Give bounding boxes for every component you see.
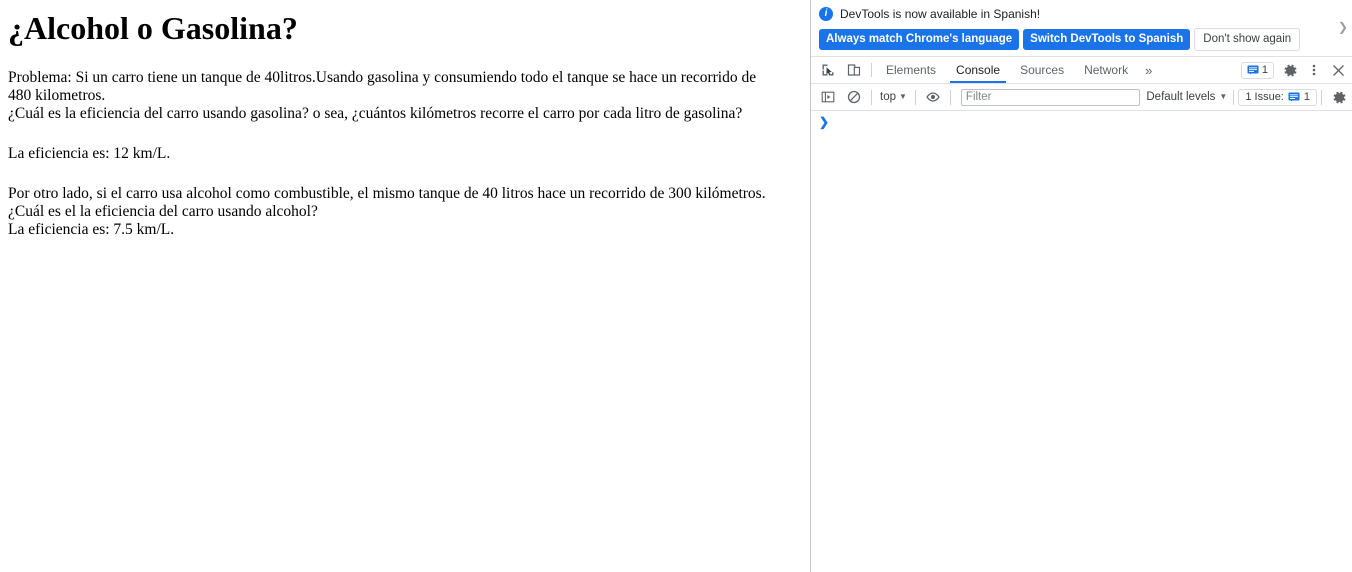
- console-toolbar: top ▼ Default levels ▼ 1 Issue:: [811, 84, 1352, 111]
- chevron-right-icon[interactable]: ❯: [1338, 20, 1348, 34]
- console-sidebar-icon[interactable]: [815, 90, 841, 104]
- console-output-area[interactable]: ❯: [811, 111, 1352, 572]
- issues-count: 1: [1303, 91, 1310, 103]
- tab-network[interactable]: Network: [1074, 57, 1138, 83]
- log-levels-label: Default levels: [1146, 91, 1216, 103]
- notification-message-row: i DevTools is now available in Spanish!: [819, 5, 1344, 23]
- prompt-chevron-icon: ❯: [819, 115, 830, 129]
- problem-line-1: Problema: Si un carro tiene un tanque de…: [8, 68, 757, 86]
- tab-elements-label: Elements: [886, 63, 937, 77]
- execution-context-selector[interactable]: top ▼: [876, 91, 911, 103]
- tab-console-label: Console: [956, 63, 1001, 77]
- always-match-chrome-language-button[interactable]: Always match Chrome's language: [819, 28, 1020, 50]
- devtools-panel: i DevTools is now available in Spanish! …: [811, 0, 1352, 572]
- inspect-element-icon[interactable]: [815, 57, 841, 83]
- tab-console[interactable]: Console: [946, 57, 1010, 83]
- switch-devtools-to-spanish-button[interactable]: Switch DevTools to Spanish: [1023, 28, 1191, 50]
- filter-input[interactable]: [960, 88, 1141, 106]
- toolbar-divider: [949, 89, 951, 105]
- close-icon[interactable]: [1326, 58, 1350, 82]
- execution-context-label: top: [880, 91, 896, 103]
- alcohol-line-2: ¿Cuál es el la eficiencia del carro usan…: [8, 202, 318, 220]
- console-prompt-row[interactable]: ❯: [811, 111, 1352, 133]
- toolbar-divider: [1321, 89, 1322, 105]
- device-toolbar-icon[interactable]: [841, 57, 867, 83]
- page-title: ¿Alcohol o Gasolina?: [8, 10, 298, 46]
- message-bubble-icon: [1247, 65, 1259, 75]
- notification-buttons: Always match Chrome's language Switch De…: [819, 27, 1344, 51]
- toolbar-divider: [871, 63, 872, 77]
- alcohol-line-1: Por otro lado, si el carro usa alcohol c…: [8, 184, 766, 202]
- clear-console-icon[interactable]: [841, 90, 867, 104]
- tab-network-label: Network: [1084, 63, 1129, 77]
- devtools-tabbar: Elements Console Sources Network » 1: [811, 57, 1352, 84]
- tabbar-right-controls: 1: [1240, 57, 1352, 83]
- page-content: ¿Alcohol o Gasolina? Problema: Si un car…: [0, 10, 810, 239]
- tab-sources-label: Sources: [1020, 63, 1065, 77]
- problem-line-2: 480 kilometros.: [8, 86, 106, 104]
- log-levels-selector[interactable]: Default levels ▼: [1146, 91, 1229, 103]
- problem-line-3: ¿Cuál es la eficiencia del carro usando …: [8, 104, 743, 122]
- devtools-language-notification: i DevTools is now available in Spanish! …: [811, 0, 1352, 57]
- toolbar-divider: [914, 89, 916, 105]
- live-expression-eye-icon[interactable]: [920, 90, 946, 104]
- info-icon: i: [819, 7, 833, 21]
- console-input[interactable]: [829, 115, 1352, 129]
- tab-elements[interactable]: Elements: [876, 57, 946, 83]
- toolbar-divider: [1233, 89, 1235, 105]
- issues-label: 1 Issue:: [1245, 91, 1284, 103]
- dont-show-again-button[interactable]: Don't show again: [1194, 27, 1301, 51]
- browser-window: ¿Alcohol o Gasolina? Problema: Si un car…: [0, 0, 1352, 572]
- message-bubble-icon: [1288, 92, 1300, 102]
- message-count-badge[interactable]: 1: [1240, 61, 1274, 79]
- message-count-label: 1: [1261, 64, 1268, 76]
- issues-badge[interactable]: 1 Issue: 1: [1238, 88, 1317, 106]
- chevron-down-icon: ▼: [1219, 92, 1228, 101]
- result-gasoline: La eficiencia es: 12 km/L.: [8, 144, 171, 162]
- chevron-down-icon: ▼: [899, 92, 907, 101]
- notification-message: DevTools is now available in Spanish!: [840, 7, 1041, 21]
- tab-sources[interactable]: Sources: [1010, 57, 1074, 83]
- kebab-menu-icon[interactable]: [1302, 58, 1326, 82]
- gear-icon[interactable]: [1278, 58, 1302, 82]
- console-settings-gear-icon[interactable]: [1326, 90, 1352, 105]
- result-alcohol: La eficiencia es: 7.5 km/L.: [8, 220, 175, 238]
- gasoline-efficiency-result: La eficiencia es: 12 km/L.: [8, 145, 802, 163]
- problem-paragraph: Problema: Si un carro tiene un tanque de…: [8, 69, 802, 123]
- alcohol-paragraph: Por otro lado, si el carro usa alcohol c…: [8, 185, 802, 239]
- toolbar-divider: [871, 89, 872, 105]
- web-page-pane: ¿Alcohol o Gasolina? Problema: Si un car…: [0, 0, 811, 572]
- more-tabs-icon[interactable]: »: [1138, 57, 1159, 83]
